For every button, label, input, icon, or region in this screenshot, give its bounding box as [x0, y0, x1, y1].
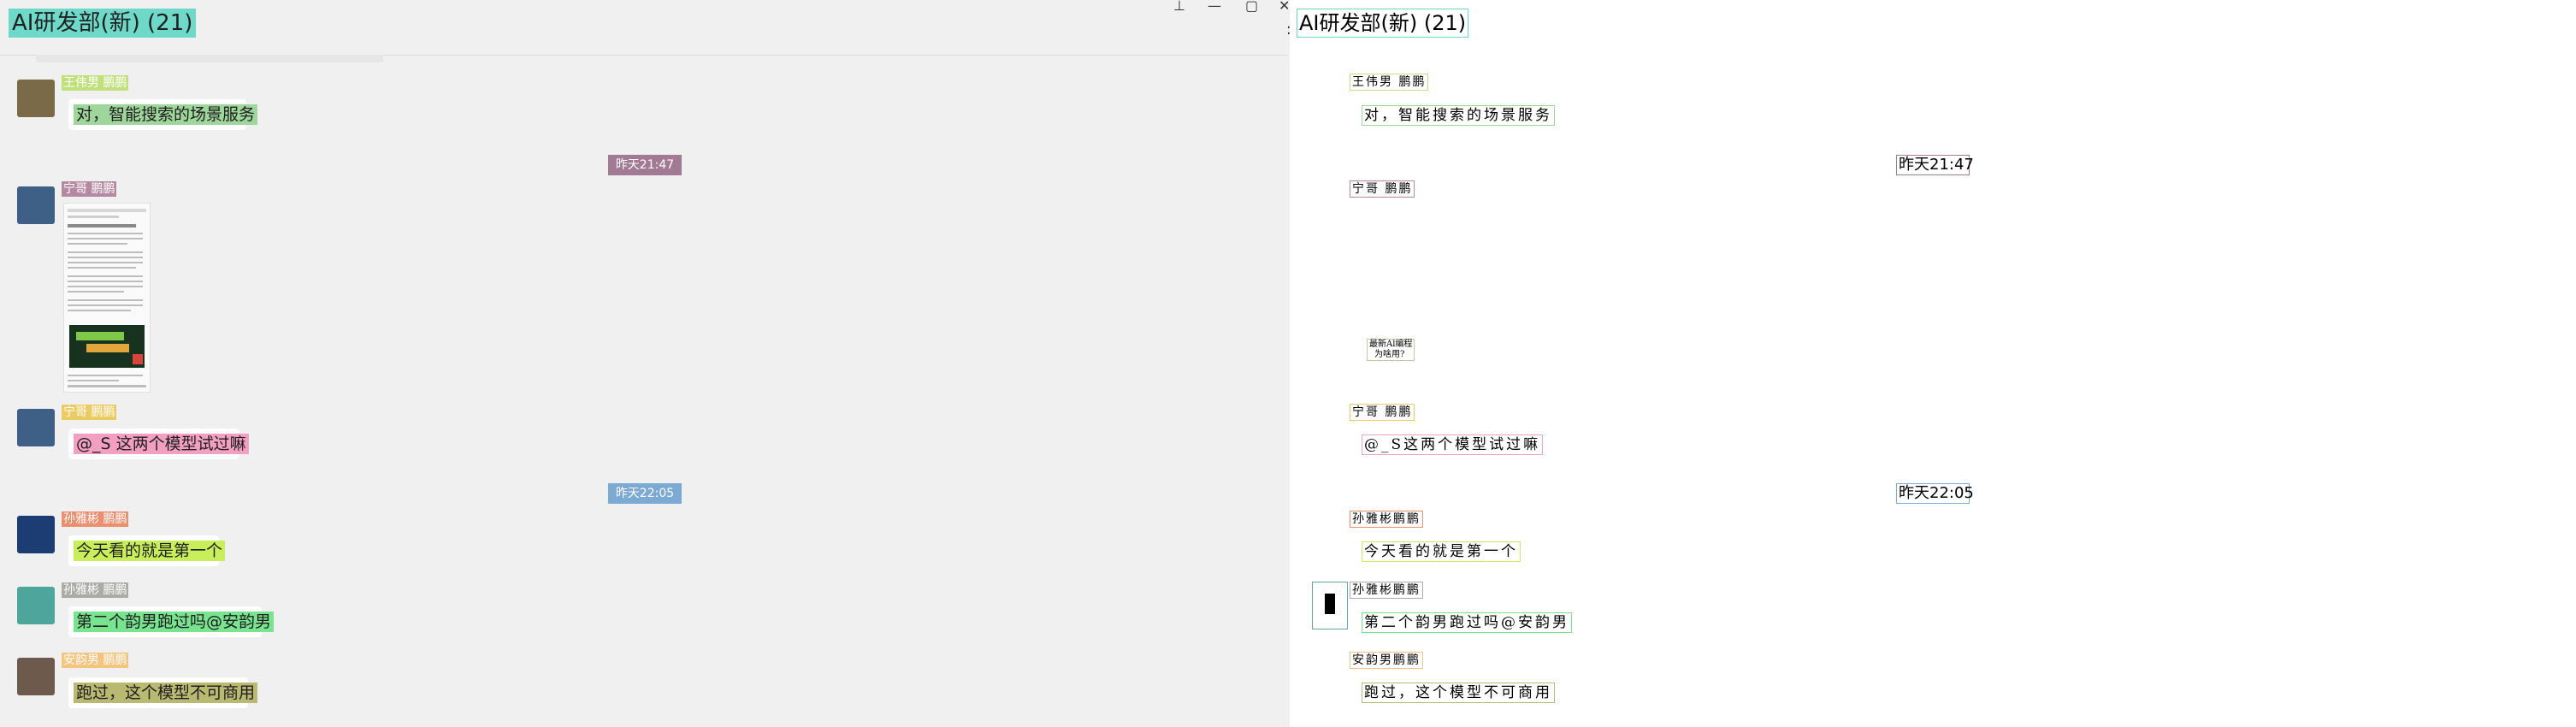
ocr-sender-name: 王伟男 鹏鹏 [1350, 74, 1429, 91]
message-text: 今天看的就是第一个 [74, 541, 226, 561]
scroll-indicator[interactable] [36, 55, 383, 62]
pane-divider [1288, 0, 1290, 727]
sender-name: 宁哥 鹏鹏 [62, 181, 117, 197]
sender-name: 孙雅彬 鹏鹏 [62, 511, 129, 527]
message-bubble[interactable]: @_S 这两个模型试过嘛 [68, 429, 249, 459]
avatar[interactable] [17, 658, 55, 695]
caption-line: 最新Al编程 [1369, 340, 1413, 349]
document-icon [1312, 582, 1348, 629]
chat-title: AI研发部(新) (21) [9, 9, 197, 38]
chat-window: AI研发部(新) (21) ⊥ — ▢ ✕ 王伟男 鹏鹏 对，智能搜索的场景服务… [0, 0, 1288, 727]
ocr-title: AI研发部(新) (21) [1297, 9, 1469, 38]
timestamp: 昨天22:05 [608, 483, 682, 504]
message-text: 对，智能搜索的场景服务 [74, 104, 258, 125]
sender-name: 孙雅彬 鹏鹏 [62, 582, 129, 598]
avatar[interactable] [17, 80, 55, 117]
ocr-message-text: @_S这两个模型试过嘛 [1362, 434, 1544, 455]
ocr-message-text: 跑过，这个模型不可商用 [1362, 683, 1555, 703]
message-bubble[interactable]: 第二个韵男跑过吗@安韵男 [68, 606, 275, 637]
ocr-overlay: •: AI研发部(新) (21) 王伟男 鹏鹏 对，智能搜索的场景服务 昨天21… [1288, 0, 2576, 727]
ocr-message-text: 第二个韵男跑过吗@安韵男 [1362, 612, 1572, 633]
minimize-button[interactable]: — [1208, 0, 1221, 13]
close-button[interactable]: ✕ [1279, 0, 1288, 13]
avatar[interactable] [17, 587, 55, 624]
avatar[interactable] [17, 516, 55, 553]
ocr-attachment-caption: 最新Al编程 为啥用? [1367, 339, 1415, 361]
avatar[interactable] [17, 409, 55, 446]
avatar[interactable] [17, 186, 55, 224]
image-attachment[interactable] [63, 203, 151, 393]
message-bubble[interactable]: 对，智能搜索的场景服务 [68, 99, 258, 130]
message-bubble[interactable]: 跑过，这个模型不可商用 [68, 677, 258, 708]
message-text: @_S 这两个模型试过嘛 [74, 434, 249, 454]
ocr-sender-name: 孙雅彬鹏鹏 [1350, 582, 1423, 599]
pin-icon[interactable]: ⊥ [1173, 0, 1185, 13]
ocr-sender-name: 孙雅彬鹏鹏 [1350, 511, 1423, 528]
maximize-button[interactable]: ▢ [1245, 0, 1258, 13]
ellipsis-marker: •: [1288, 21, 1291, 38]
message-text: 跑过，这个模型不可商用 [74, 683, 258, 703]
timestamp: 昨天21:47 [608, 155, 682, 175]
screenshot-thumbnail [64, 204, 150, 392]
sender-name: 安韵男 鹏鹏 [62, 653, 129, 668]
ocr-message-text: 对，智能搜索的场景服务 [1362, 105, 1555, 126]
ocr-timestamp: 昨天22:05 [1896, 483, 1974, 504]
sender-name: 王伟男 鹏鹏 [62, 75, 129, 91]
sender-name: 宁哥 鹏鹏 [62, 405, 117, 420]
ocr-sender-name: 宁哥 鹏鹏 [1350, 404, 1415, 421]
ocr-sender-name: 宁哥 鹏鹏 [1350, 180, 1415, 198]
ocr-sender-name: 安韵男鹏鹏 [1350, 652, 1423, 669]
message-bubble[interactable]: 今天看的就是第一个 [68, 535, 226, 566]
message-text: 第二个韵男跑过吗@安韵男 [74, 612, 275, 632]
ocr-timestamp: 昨天21:47 [1896, 155, 1974, 175]
ocr-message-text: 今天看的就是第一个 [1362, 541, 1521, 562]
caption-line: 为啥用? [1374, 350, 1405, 359]
